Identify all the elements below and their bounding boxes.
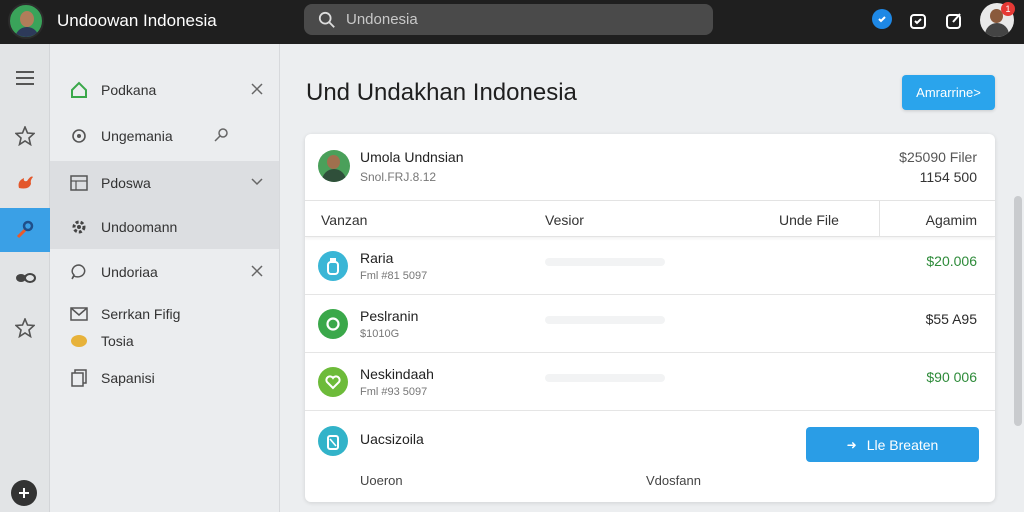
page-scrollbar[interactable] [1014, 196, 1022, 426]
nav-item-label: Undoriaa [101, 264, 158, 280]
primary-action-button[interactable]: Amrarrine> [902, 75, 995, 110]
column-header[interactable]: Agamim [926, 212, 977, 228]
close-icon[interactable] [249, 263, 265, 279]
link-icon[interactable] [0, 256, 50, 300]
status-icon[interactable] [872, 9, 892, 29]
arrow-right-icon: ➜ [846, 437, 857, 452]
nav-item-label: Sapanisi [101, 370, 155, 386]
footer-button-label: Lle Breaten [866, 436, 939, 453]
card-header: Umola Undnsian Snol.FRJ.8.12 $25090 File… [305, 134, 995, 201]
nav-item-label: Podkana [101, 82, 157, 98]
search-input[interactable] [346, 11, 686, 28]
nav-item-label: Tosia [101, 333, 134, 349]
app-title: Undoowan Indonesia [57, 11, 217, 30]
account-balance: $25090 Filer [899, 149, 977, 165]
transactions-card: Umola Undnsian Snol.FRJ.8.12 $25090 File… [305, 134, 995, 502]
nav-panel: Podkana Ungemania Pdoswa Undoomann Undor… [50, 44, 280, 512]
close-icon[interactable] [249, 81, 265, 97]
menu-icon[interactable] [0, 56, 50, 100]
nav-item-tosia[interactable]: Tosia [50, 327, 279, 355]
row-name: Raria [360, 250, 394, 266]
top-bar: Undoowan Indonesia 1 [0, 0, 1024, 44]
account-secondary-amount: 1154 500 [919, 169, 977, 185]
table-icon [70, 174, 88, 192]
table-header: Vanzan Vesior Unde File Agamim [305, 201, 995, 237]
row-name: Neskindaah [360, 366, 434, 382]
nav-item-pdoswa[interactable]: Pdoswa [50, 161, 279, 205]
row-subtitle: $1010G [360, 328, 400, 340]
row-name: Peslranin [360, 308, 419, 324]
nav-item-label: Pdoswa [101, 175, 151, 191]
settings-icon [70, 127, 88, 145]
gear-icon [70, 218, 88, 236]
fire-icon[interactable] [0, 160, 50, 204]
account-id: Snol.FRJ.8.12 [360, 170, 437, 184]
notification-badge: 1 [1001, 2, 1015, 16]
footer-item-name: Uacsizoila [360, 431, 424, 447]
edit-icon[interactable] [943, 10, 965, 32]
document-icon [70, 369, 88, 387]
home-icon [70, 81, 88, 99]
column-header[interactable]: Vanzan [321, 212, 367, 228]
column-divider [879, 201, 880, 237]
search-icon [318, 11, 335, 28]
add-icon[interactable] [11, 480, 37, 506]
chat-icon [318, 309, 348, 339]
search-icon[interactable] [213, 127, 229, 143]
coin-icon [70, 332, 88, 350]
row-amount: $90 006 [926, 369, 977, 385]
table-row[interactable]: Neskindaah Fml #93 5097 $90 006 [305, 353, 995, 411]
nav-item-podkana[interactable]: Podkana [50, 68, 279, 112]
column-header[interactable]: Unde File [779, 212, 839, 228]
row-amount: $55 A95 [925, 311, 977, 327]
column-header[interactable]: Vesior [545, 212, 584, 228]
chat-icon [70, 263, 88, 281]
heart-icon [318, 367, 348, 397]
nav-item-undoriaa[interactable]: Undoriaa [50, 250, 279, 294]
account-name: Umola Undnsian [360, 149, 464, 165]
footer-label-left: Uoeron [360, 473, 403, 488]
nav-item-label: Undoomann [101, 219, 178, 235]
star-icon[interactable] [0, 306, 50, 350]
row-subtitle: Fml #81 5097 [360, 270, 428, 282]
nav-item-sapanisi[interactable]: Sapanisi [50, 364, 279, 392]
footer-action-button[interactable]: ➜ Lle Breaten [806, 427, 979, 462]
page-title: Und Undakhan Indonesia [306, 79, 577, 106]
row-subtitle: Fml #93 5097 [360, 386, 428, 398]
jar-icon [318, 426, 348, 456]
row-amount: $20.006 [926, 253, 977, 269]
search-bar[interactable] [304, 4, 713, 35]
table-row[interactable]: Raria Fml #81 5097 $20.006 [305, 237, 995, 295]
nav-item-label: Serrkan Fifig [101, 306, 181, 322]
chevron-down-icon[interactable] [249, 174, 265, 190]
settings-icon[interactable] [0, 114, 50, 158]
mail-icon [70, 305, 88, 323]
nav-item-label: Ungemania [101, 128, 173, 144]
account-avatar[interactable] [318, 150, 350, 182]
icon-rail [0, 44, 50, 512]
clipboard-icon[interactable] [907, 10, 929, 32]
nav-item-serrkan-fifig[interactable]: Serrkan Fifig [50, 300, 279, 328]
bottle-icon [318, 251, 348, 281]
tools-icon[interactable] [0, 208, 50, 252]
table-row[interactable]: Peslranin $1010G $55 A95 [305, 295, 995, 353]
footer-label-right: Vdosfann [646, 473, 701, 488]
nav-item-ungemania[interactable]: Ungemania [50, 114, 279, 158]
app-avatar[interactable] [8, 3, 44, 39]
nav-item-undoomann[interactable]: Undoomann [50, 205, 279, 249]
